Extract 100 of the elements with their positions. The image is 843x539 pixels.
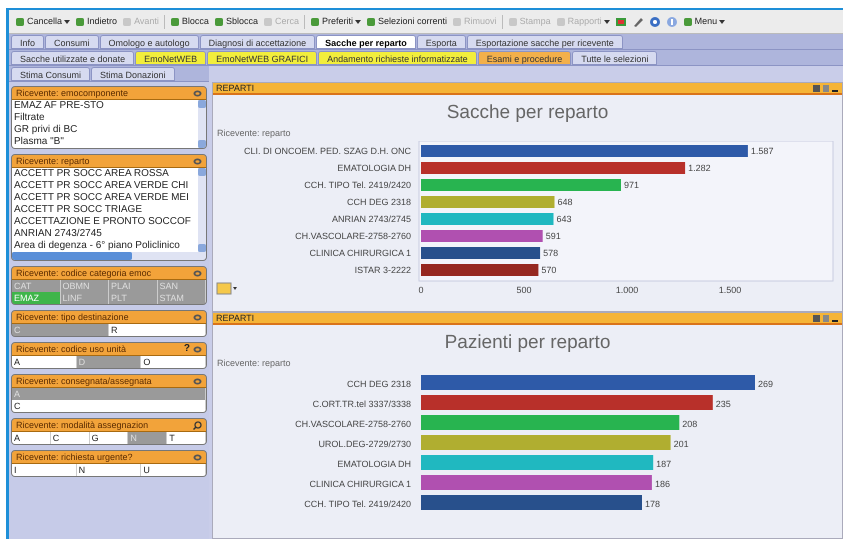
tab[interactable]: Esportazione sacche per ricevente — [466, 35, 623, 49]
list-item[interactable]: N — [76, 464, 142, 476]
tab[interactable]: Info — [11, 35, 44, 49]
list-item[interactable]: C — [12, 400, 206, 412]
toolbar-button[interactable]: Indietro — [75, 16, 118, 26]
category-label: CCH. TIPO Tel. 2419/2420 — [304, 180, 411, 190]
tab[interactable]: EmoNetWEB GRAFICI — [207, 51, 318, 65]
list-item[interactable]: Plasma "B" — [12, 136, 198, 148]
value-label: 570 — [541, 264, 556, 274]
listbox-title: Ricevente: modalità assegnazion — [16, 420, 148, 430]
toolbar-button[interactable]: Cancella — [15, 16, 70, 26]
list-item[interactable]: GR privi di BC — [12, 124, 198, 136]
value-label: 201 — [674, 438, 689, 448]
tab[interactable]: EmoNetWEB — [135, 51, 206, 65]
category-label: UROL.DEG-2729/2730 — [318, 438, 411, 448]
scrollbar[interactable] — [12, 252, 206, 260]
toolbar-icon — [262, 16, 273, 26]
tab[interactable]: Omologo e autologo — [100, 35, 199, 49]
toolbar-icon — [556, 16, 566, 26]
list-item[interactable]: ACCETT PR SOCC TRIAGE — [12, 204, 198, 216]
toolbar-icon — [15, 16, 25, 26]
value-label: 648 — [558, 196, 573, 206]
value-label: 1.282 — [688, 162, 711, 172]
toolbar-icon — [452, 16, 462, 26]
listbox-title: Ricevente: codice uso unità — [16, 344, 126, 354]
caret-icon — [719, 18, 726, 24]
list-item[interactable]: EMAZ AF PRE-STO — [12, 100, 198, 112]
value-label: 578 — [543, 248, 558, 258]
tab[interactable]: Sacche per reparto — [316, 35, 416, 49]
scrollbar[interactable] — [198, 100, 206, 148]
caret-icon — [355, 18, 361, 24]
toolbar-icon — [508, 16, 518, 26]
category-label: CLINICA CHIRURGICA 1 — [309, 478, 411, 488]
list-item[interactable]: U — [141, 464, 206, 476]
toolbar-icon — [214, 16, 224, 26]
tab[interactable]: Sacche utilizzate e donate — [11, 51, 134, 65]
tab[interactable]: Tutte le selezioni — [572, 51, 658, 65]
list-item[interactable]: Filtrate — [12, 112, 198, 124]
toolbar-icon — [648, 16, 661, 28]
scrollbar[interactable] — [198, 168, 206, 252]
toolbar-icon — [682, 16, 693, 26]
chart-title: Pazienti per reparto — [444, 331, 612, 355]
category-label: CCH DEG 2318 — [346, 196, 411, 206]
panel-title: REPARTI — [216, 84, 254, 92]
toolbar-icon — [366, 16, 376, 26]
toolbar-button[interactable]: Blocca — [170, 16, 209, 26]
list-item[interactable]: C — [50, 432, 90, 444]
tab[interactable]: Consumi — [45, 35, 99, 49]
value-label: 235 — [716, 398, 731, 408]
window-controls-icon — [813, 314, 839, 322]
list-item[interactable]: A — [12, 432, 51, 444]
toolbar-button[interactable]: Preferiti — [310, 16, 361, 26]
category-label: CH.VASCOLARE-2758-2760 — [295, 230, 411, 240]
value-label: 971 — [624, 180, 640, 190]
listbox-title: Ricevente: richiesta urgente? — [16, 452, 133, 462]
toolbar-icon — [666, 16, 678, 28]
list-item[interactable]: ACCETT PR SOCC AREA ROSSA — [12, 168, 198, 180]
list-item[interactable]: ACCETTAZIONE E PRONTO SOCCOF — [12, 216, 198, 228]
toolbar-button[interactable]: Menu — [682, 16, 726, 26]
category-label: CLI. DI ONCOEM. PED. SZAG D.H. ONC — [244, 146, 411, 156]
help-button[interactable]: ? — [184, 344, 190, 354]
list-item[interactable]: ACCETT PR SOCC AREA VERDE CHI — [12, 180, 198, 192]
axis-tick-label: 500 — [516, 284, 532, 294]
toolbar-button[interactable]: Selezioni correnti — [366, 16, 448, 26]
tab[interactable]: Stima Donazioni — [91, 67, 175, 81]
value-label: 208 — [682, 418, 698, 428]
listbox-title: Ricevente: consegnata/assegnata — [16, 376, 152, 386]
toolbar-icon — [614, 16, 627, 28]
list-item[interactable]: O — [141, 356, 206, 368]
list-item[interactable]: R — [109, 324, 206, 336]
category-label: C.ORT.TR.tel 3337/3338 — [312, 398, 411, 408]
tab[interactable]: Diagnosi di accettazione — [200, 35, 316, 49]
tab[interactable]: Esporta — [416, 35, 466, 49]
list-item[interactable]: Area di degenza - 6° piano Policlinico — [12, 240, 198, 252]
list-item[interactable]: ANRIAN 2743/2745 — [12, 228, 198, 240]
list-item[interactable]: ACCETT PR SOCC AREA VERDE MEI — [12, 192, 198, 204]
value-label: 269 — [758, 378, 774, 388]
value-label: 643 — [556, 214, 572, 224]
toolbar-button[interactable]: Sblocca — [214, 16, 258, 26]
value-label: 1.587 — [750, 146, 774, 156]
listbox-title: Ricevente: codice categoria emoc — [16, 268, 152, 278]
panel-title: REPARTI — [216, 314, 254, 322]
axis-tick-label: 1.000 — [616, 284, 638, 294]
tab[interactable]: Stima Consumi — [11, 67, 90, 81]
list-item[interactable]: G — [90, 432, 128, 444]
axis-label: Ricevente: reparto — [216, 357, 292, 370]
value-label: 591 — [546, 230, 561, 240]
chart-menu-icon[interactable] — [216, 282, 237, 294]
list-item[interactable]: T — [167, 432, 206, 444]
list-item[interactable]: I — [12, 464, 77, 476]
category-label: CCH DEG 2318 — [346, 378, 411, 388]
tab[interactable]: Andamento richieste informatizzate — [318, 51, 477, 65]
tab[interactable]: Esami e procedure — [478, 51, 572, 65]
caret-icon — [64, 18, 70, 24]
window-controls-icon — [813, 84, 839, 92]
value-label: 178 — [645, 498, 660, 508]
list-item[interactable]: A — [12, 356, 77, 368]
category-label: EMATOLOGIA DH — [337, 162, 411, 172]
listbox-title: Ricevente: emocomponente — [16, 88, 128, 98]
value-label: 186 — [654, 478, 670, 488]
